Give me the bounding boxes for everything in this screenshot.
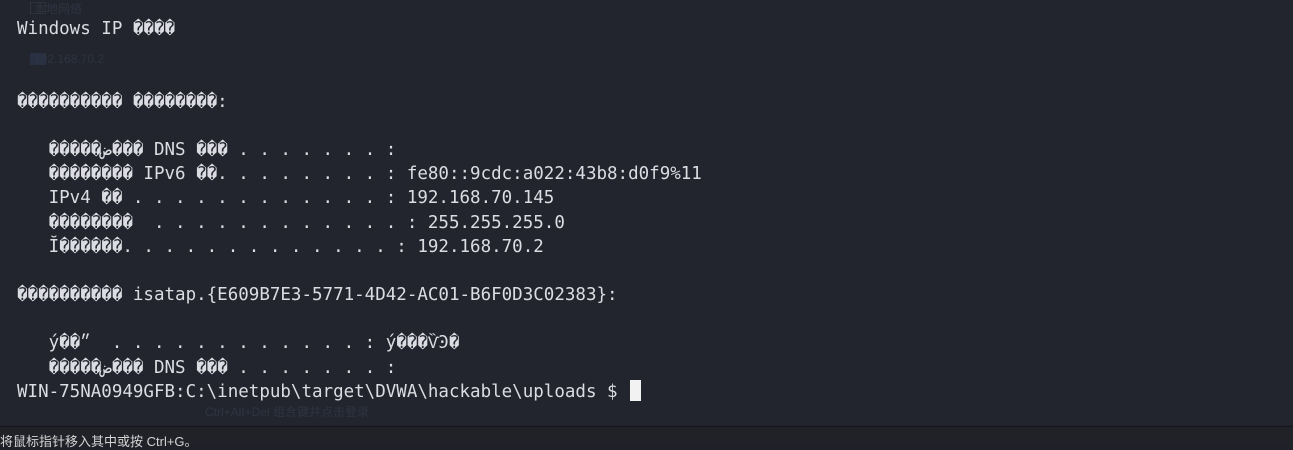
output-line: ý��״ . . . . . . . . . . . . : ý���ѶϿ� xyxy=(17,333,460,354)
status-bar: 将鼠标指针移入其中或按 Ctrl+G。 xyxy=(0,426,1293,449)
output-line: Windows IP ���� xyxy=(17,19,176,39)
output-line: �����ض��� DNS ��� . . . . . . . : xyxy=(17,139,397,160)
output-line: IPv4 �� . . . . . . . . . . . . : 192.16… xyxy=(17,188,555,209)
terminal-output: Windows IP ���� ���������� ��������: ����… xyxy=(17,17,702,404)
output-line: ���������� isatap.{E609B7E3-5771-4D42-AC… xyxy=(17,285,618,306)
output-line: ���������� ��������: xyxy=(17,91,228,112)
status-hint-text: 将鼠标指针移入其中或按 Ctrl+G。 xyxy=(0,434,198,449)
output-line: �������� IPv6 ��. . . . . . . . : fe80::… xyxy=(17,164,702,185)
shell-prompt: WIN-75NA0949GFB:C:\inetpub\target\DVWA\h… xyxy=(17,381,629,402)
prompt-line[interactable]: WIN-75NA0949GFB:C:\inetpub\target\DVWA\h… xyxy=(17,379,702,404)
output-line: Ĭ������. . . . . . . . . . . . . : 192.1… xyxy=(17,236,544,257)
background-ghost-text: 本地网络 xyxy=(34,2,83,16)
output-line: �����ض��� DNS ��� . . . . . . . : xyxy=(17,357,397,378)
output-line: �������� . . . . . . . . . . . . : 255.2… xyxy=(17,212,565,233)
text-cursor xyxy=(630,379,642,401)
background-ghost-text: Ctrl+Alt+Del 组合键并点击登录 xyxy=(205,405,370,419)
terminal-window[interactable]: 本地网络 192.168.70.2 Ctrl+Alt+Del 组合键并点击登录 … xyxy=(0,0,1293,425)
